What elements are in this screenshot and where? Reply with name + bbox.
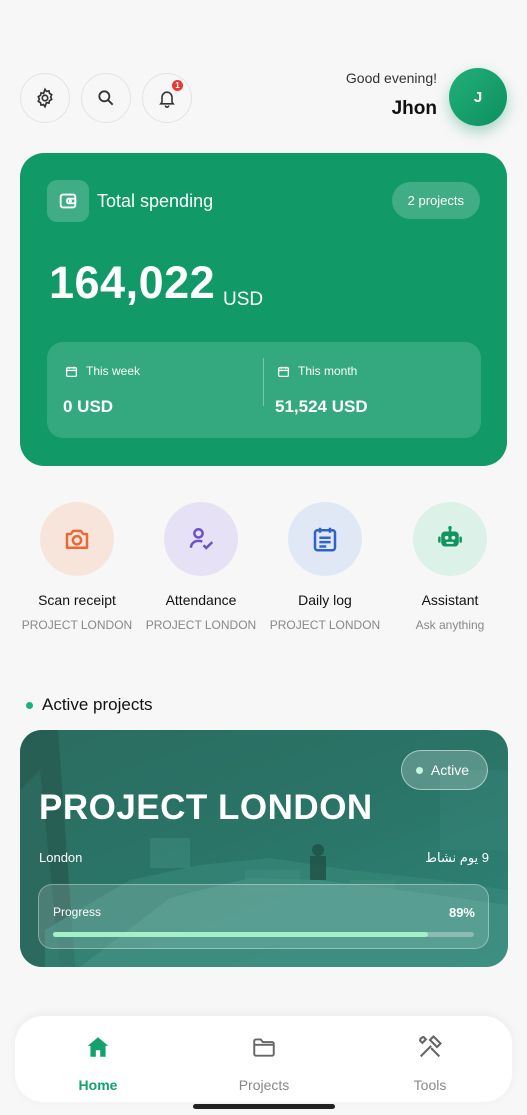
nav-projects[interactable]: Projects: [204, 1032, 324, 1093]
robot-icon: [438, 526, 462, 547]
greeting-text: Good evening!: [345, 70, 437, 86]
assistant-icon-circle: [413, 502, 487, 576]
top-bar: 1 Good evening! Jhon J: [20, 68, 507, 128]
this-month-stat: This month 51,524 USD: [259, 342, 481, 438]
total-spending-card[interactable]: Total spending 2 projects 164,022 USD Th…: [20, 153, 507, 466]
tools-icon-wrap: [370, 1032, 490, 1062]
this-week-stat: This week 0 USD: [47, 342, 263, 438]
nav-projects-label: Projects: [238, 1077, 290, 1093]
progress-panel: Progress 89%: [38, 884, 489, 949]
this-month-text: This month: [298, 364, 358, 378]
calendar-icon: [277, 366, 290, 377]
status-text: Active: [430, 762, 469, 778]
avatar[interactable]: J: [449, 68, 507, 126]
progress-label: Progress: [53, 905, 102, 919]
daily-log-action[interactable]: Daily log PROJECT LONDON: [263, 502, 387, 632]
gear-icon: [37, 87, 53, 109]
total-spending-title: Total spending: [97, 191, 214, 211]
this-week-label: This week: [65, 364, 140, 378]
search-button[interactable]: [81, 73, 131, 123]
folder-icon: [253, 1038, 275, 1057]
attendance-icon-circle: [164, 502, 238, 576]
section-dot: [26, 701, 33, 709]
nav-home[interactable]: Home: [38, 1032, 158, 1093]
settings-button[interactable]: [20, 73, 70, 123]
currency-label: USD: [223, 289, 264, 310]
progress-fill: [53, 932, 428, 937]
nav-home-label: Home: [78, 1077, 118, 1093]
nav-tools-label: Tools: [413, 1077, 447, 1093]
greeting: Good evening! Jhon: [346, 70, 437, 120]
scan-receipt-icon-circle: [40, 502, 114, 576]
total-amount: 164,022: [49, 257, 216, 308]
this-month-label: This month: [277, 364, 357, 378]
daily-log-icon-circle: [288, 502, 362, 576]
daily-log-label: Daily log: [298, 592, 352, 608]
assistant-subtitle: Ask anything: [415, 618, 485, 632]
camera-icon: [65, 529, 89, 549]
this-week-value: 0 USD: [63, 397, 114, 416]
status-badge: Active: [400, 750, 488, 790]
nav-tools[interactable]: Tools: [370, 1032, 490, 1093]
attendance-action[interactable]: Attendance PROJECT LONDON: [139, 502, 263, 632]
progress-track: [53, 932, 474, 937]
daily-log-project: PROJECT LONDON: [269, 618, 381, 632]
active-projects-heading: Active projects: [26, 695, 153, 715]
scan-receipt-action[interactable]: Scan receipt PROJECT LONDON: [15, 502, 139, 632]
project-name: PROJECT LONDON: [39, 788, 373, 827]
user-name: Jhon: [391, 98, 437, 119]
calendar-log-icon: [313, 527, 337, 552]
wallet-icon: [59, 193, 77, 209]
project-card[interactable]: Active PROJECT LONDON London 9 يوم نشاط …: [20, 730, 508, 967]
home-icon: [87, 1037, 109, 1057]
wallet-icon-box: [47, 180, 89, 222]
home-indicator: [193, 1104, 335, 1109]
notifications-button[interactable]: 1: [142, 73, 192, 123]
this-week-text: This week: [86, 364, 141, 378]
folder-icon-wrap: [204, 1032, 324, 1062]
projects-count-pill[interactable]: 2 projects: [391, 182, 480, 219]
period-stats: This week 0 USD This month 51,524 USD: [47, 342, 481, 438]
scan-receipt-label: Scan receipt: [38, 592, 116, 608]
attendance-label: Attendance: [165, 592, 237, 608]
calendar-icon: [65, 366, 78, 377]
active-projects-title: Active projects: [42, 695, 153, 714]
project-city: London: [39, 850, 83, 865]
project-active-days: 9 يوم نشاط: [424, 850, 489, 865]
notification-badge: 1: [172, 80, 183, 91]
tools-icon: [419, 1035, 442, 1058]
quick-actions: Scan receipt PROJECT LONDON Attendance P…: [15, 502, 512, 642]
bottom-nav: Home Projects Tools: [15, 1016, 512, 1102]
status-dot: [415, 766, 423, 774]
assistant-label: Assistant: [421, 592, 479, 608]
attendance-project: PROJECT LONDON: [145, 618, 257, 632]
progress-percent: 89%: [448, 905, 475, 920]
this-month-value: 51,524 USD: [275, 397, 368, 416]
assistant-action[interactable]: Assistant Ask anything: [388, 502, 512, 632]
search-icon: [98, 90, 114, 106]
home-icon-wrap: [38, 1032, 158, 1062]
user-check-icon: [189, 527, 214, 550]
scan-receipt-project: PROJECT LONDON: [21, 618, 133, 632]
